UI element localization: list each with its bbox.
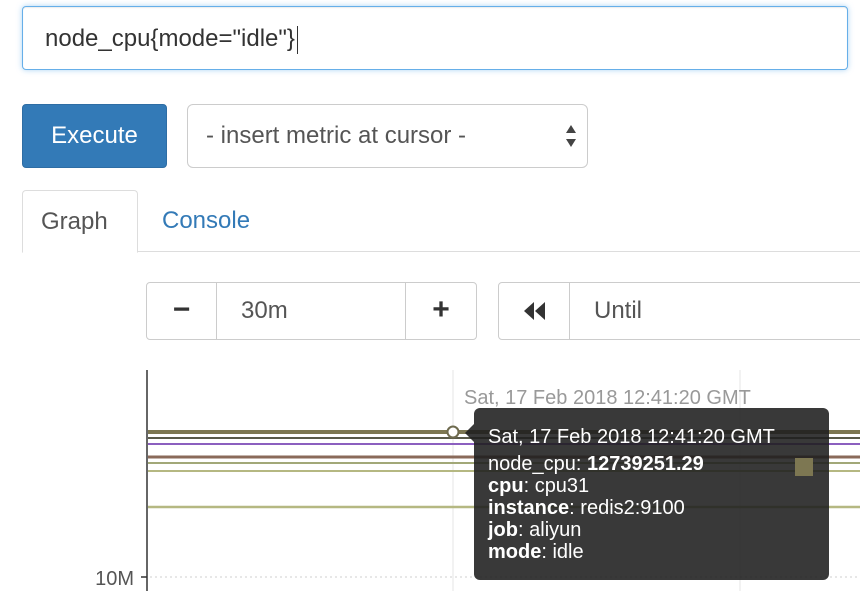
y-tick-label: 10M [95,568,134,590]
tooltip-metric-value: 12739251.29 [587,453,704,475]
label-value: cpu31 [534,475,590,497]
graph-tooltip: Sat, 17 Feb 2018 12:41:20 GMT node_cpu: … [465,408,829,580]
hover-time-label: Sat, 17 Feb 2018 12:41:20 GMT [464,387,751,409]
range-input[interactable]: 30m [216,282,406,340]
metric-select-value: - insert metric at cursor - [206,122,467,149]
decrease-range-button[interactable]: − [146,282,217,340]
tooltip-pointer [465,424,474,442]
tooltip-time: Sat, 17 Feb 2018 12:41:20 GMT [488,426,775,448]
tab-graph[interactable]: Graph [22,190,138,253]
label-key: mode [488,541,542,563]
tab-console[interactable]: Console [144,190,268,252]
select-updown-icon [566,125,576,147]
until-input[interactable]: Until [569,282,860,340]
tooltip-metric-row: node_cpu: 12739251.29 [488,453,704,475]
tooltip-label-row: mode: idle [488,541,584,563]
text-caret [296,25,298,54]
expression-text: node_cpu{mode="idle"} [45,25,295,52]
view-tabs: Graph Console [22,190,860,253]
label-key: instance [488,497,570,519]
tooltip-metric-key: node_cpu [488,453,576,475]
label-value: redis2:9100 [580,497,685,519]
tooltip-label-row: instance: redis2:9100 [488,497,685,519]
step-back-button[interactable] [498,282,570,340]
insert-metric-select[interactable]: - insert metric at cursor - [187,104,588,168]
label-value: idle [552,541,584,563]
label-key: job [488,519,518,541]
label-key: cpu [488,475,524,497]
series-color-swatch [795,458,813,476]
tooltip-label-row: job: aliyun [488,519,582,541]
tooltip-label-row: cpu: cpu31 [488,475,590,497]
expression-input[interactable]: node_cpu{mode="idle"} [22,6,848,70]
increase-range-button[interactable]: + [405,282,477,340]
label-value: aliyun [529,519,582,541]
hover-point [446,425,460,439]
execute-button[interactable]: Execute [22,104,167,168]
fast-backward-icon [524,302,545,320]
